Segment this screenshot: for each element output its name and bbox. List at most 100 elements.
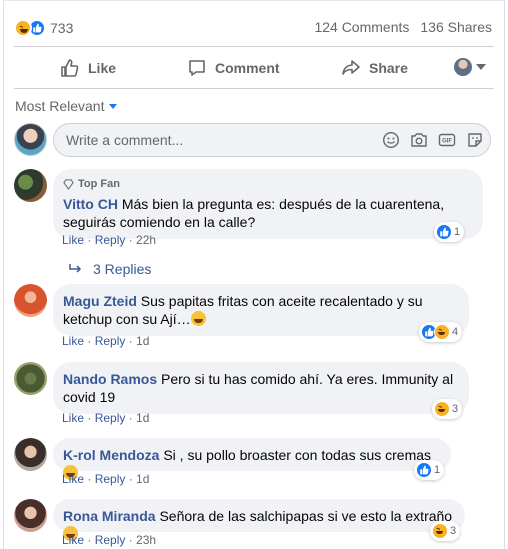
comment-composer[interactable]: GIF — [53, 123, 491, 157]
timestamp[interactable]: 1d — [136, 411, 149, 425]
separator: · — [84, 233, 95, 247]
like-link[interactable]: Like — [62, 233, 84, 247]
share-icon — [342, 60, 360, 75]
comments-count-link[interactable]: 124 Comments — [314, 19, 409, 35]
current-user-avatar — [14, 123, 47, 156]
composer-tools: GIF — [382, 131, 484, 149]
top-border — [3, 0, 505, 1]
comment-bubble: Nando Ramos Pero si tu has comido ahí. Y… — [53, 362, 469, 414]
separator: · — [84, 411, 95, 425]
reply-link[interactable]: Reply — [95, 334, 126, 348]
separator: · — [125, 533, 137, 547]
chevron-down-icon — [476, 64, 486, 70]
avatar[interactable] — [14, 169, 47, 202]
comment-text: Más bien la pregunta es: después de la c… — [63, 196, 445, 230]
separator: · — [84, 533, 95, 547]
timestamp[interactable]: 1d — [136, 472, 149, 486]
commenter-name[interactable]: Magu Zteid — [63, 293, 137, 309]
comment-bubble: Rona Miranda Señora de las salchipapas s… — [53, 499, 465, 541]
emoji-icon[interactable] — [382, 131, 400, 149]
smile-emoji-icon — [190, 311, 206, 326]
reaction-count: 4 — [452, 326, 459, 338]
separator: · — [84, 472, 95, 486]
like-link[interactable]: Like — [62, 334, 84, 348]
comment-icon — [189, 60, 205, 76]
reply-link[interactable]: Reply — [95, 472, 126, 486]
like-icon — [436, 224, 452, 240]
like-link[interactable]: Like — [62, 533, 84, 547]
react-as-selector[interactable] — [454, 58, 486, 76]
view-replies-link[interactable]: 3 Replies — [69, 261, 151, 277]
comment-sort-dropdown[interactable]: Most Relevant — [15, 98, 118, 114]
camera-icon[interactable] — [410, 131, 428, 149]
comment-meta: Like · Reply · 1d — [62, 334, 149, 348]
commenter-name[interactable]: Nando Ramos — [63, 371, 157, 387]
timestamp[interactable]: 22h — [136, 233, 156, 247]
comment-text: Si , su pollo broaster con todas sus cre… — [163, 447, 432, 463]
reaction-count: 3 — [452, 403, 459, 415]
timestamp[interactable]: 23h — [136, 533, 156, 547]
reply-link[interactable]: Reply — [95, 411, 126, 425]
svg-text:GIF: GIF — [442, 139, 452, 145]
avatar[interactable] — [14, 499, 47, 532]
separator: · — [125, 411, 137, 425]
action-bar: Like Comment Share — [14, 54, 494, 82]
haha-icon — [434, 324, 450, 340]
commenter-name[interactable]: Rona Miranda — [63, 508, 156, 524]
reply-arrow-icon — [69, 264, 82, 273]
comment-meta: Like · Reply · 1d — [62, 472, 149, 486]
commenter-name[interactable]: Vitto CH — [63, 196, 118, 212]
chevron-down-icon — [109, 103, 118, 109]
sticker-icon[interactable] — [466, 131, 484, 149]
reaction-summary[interactable]: 733 — [14, 17, 73, 39]
gif-icon[interactable]: GIF — [438, 131, 456, 149]
divider — [14, 46, 494, 47]
share-button[interactable]: Share — [341, 58, 408, 78]
divider — [14, 88, 494, 89]
reply-link[interactable]: Reply — [95, 533, 126, 547]
comment-reactions[interactable]: 3 — [432, 399, 463, 419]
haha-icon — [432, 523, 448, 539]
comment-text: Señora de las salchipapas si ve esto la … — [159, 508, 453, 524]
haha-icon — [14, 19, 32, 37]
like-button[interactable]: Like — [60, 58, 116, 78]
comment-bubble: Magu Zteid Sus papitas fritas con aceite… — [53, 284, 469, 336]
comment-reactions[interactable]: 3 — [430, 521, 461, 541]
diamond-icon — [63, 178, 74, 190]
comment-meta: Like · Reply · 22h — [62, 233, 156, 247]
comment-button[interactable]: Comment — [187, 58, 280, 78]
like-link[interactable]: Like — [62, 472, 84, 486]
post-stats: 124 Comments 136 Shares — [314, 19, 492, 35]
reply-link[interactable]: Reply — [95, 233, 126, 247]
reaction-count[interactable]: 733 — [50, 20, 73, 36]
separator: · — [84, 334, 95, 348]
profile-avatar — [454, 58, 472, 76]
shares-count-link[interactable]: 136 Shares — [420, 19, 492, 35]
comment-reactions[interactable]: 1 — [434, 222, 465, 242]
avatar[interactable] — [14, 284, 47, 317]
avatar[interactable] — [14, 362, 47, 395]
reaction-count: 3 — [450, 525, 457, 537]
separator: · — [125, 472, 137, 486]
comment-reactions[interactable]: 4 — [419, 322, 463, 342]
badge-label: Top Fan — [78, 178, 120, 190]
comment-meta: Like · Reply · 1d — [62, 411, 149, 425]
reaction-count: 1 — [434, 464, 441, 476]
like-label: Like — [88, 60, 117, 76]
commenter-name[interactable]: K-rol Mendoza — [63, 447, 159, 463]
sort-label: Most Relevant — [15, 98, 105, 114]
comment-bubble: K-rol Mendoza Si , su pollo broaster con… — [53, 438, 451, 480]
comment-reactions[interactable]: 1 — [414, 460, 445, 480]
replies-label: 3 Replies — [93, 261, 152, 277]
comment-bubble: Top Fan Vitto CH Más bien la pregunta es… — [53, 169, 483, 239]
thumbs-up-icon — [61, 59, 79, 77]
comment-meta: Like · Reply · 23h — [62, 533, 156, 547]
like-icon — [416, 462, 432, 478]
like-link[interactable]: Like — [62, 411, 84, 425]
reaction-count: 1 — [454, 226, 461, 238]
timestamp[interactable]: 1d — [136, 334, 149, 348]
avatar[interactable] — [14, 438, 47, 471]
comment-input[interactable] — [66, 132, 366, 148]
separator: · — [125, 334, 137, 348]
share-label: Share — [369, 60, 408, 76]
